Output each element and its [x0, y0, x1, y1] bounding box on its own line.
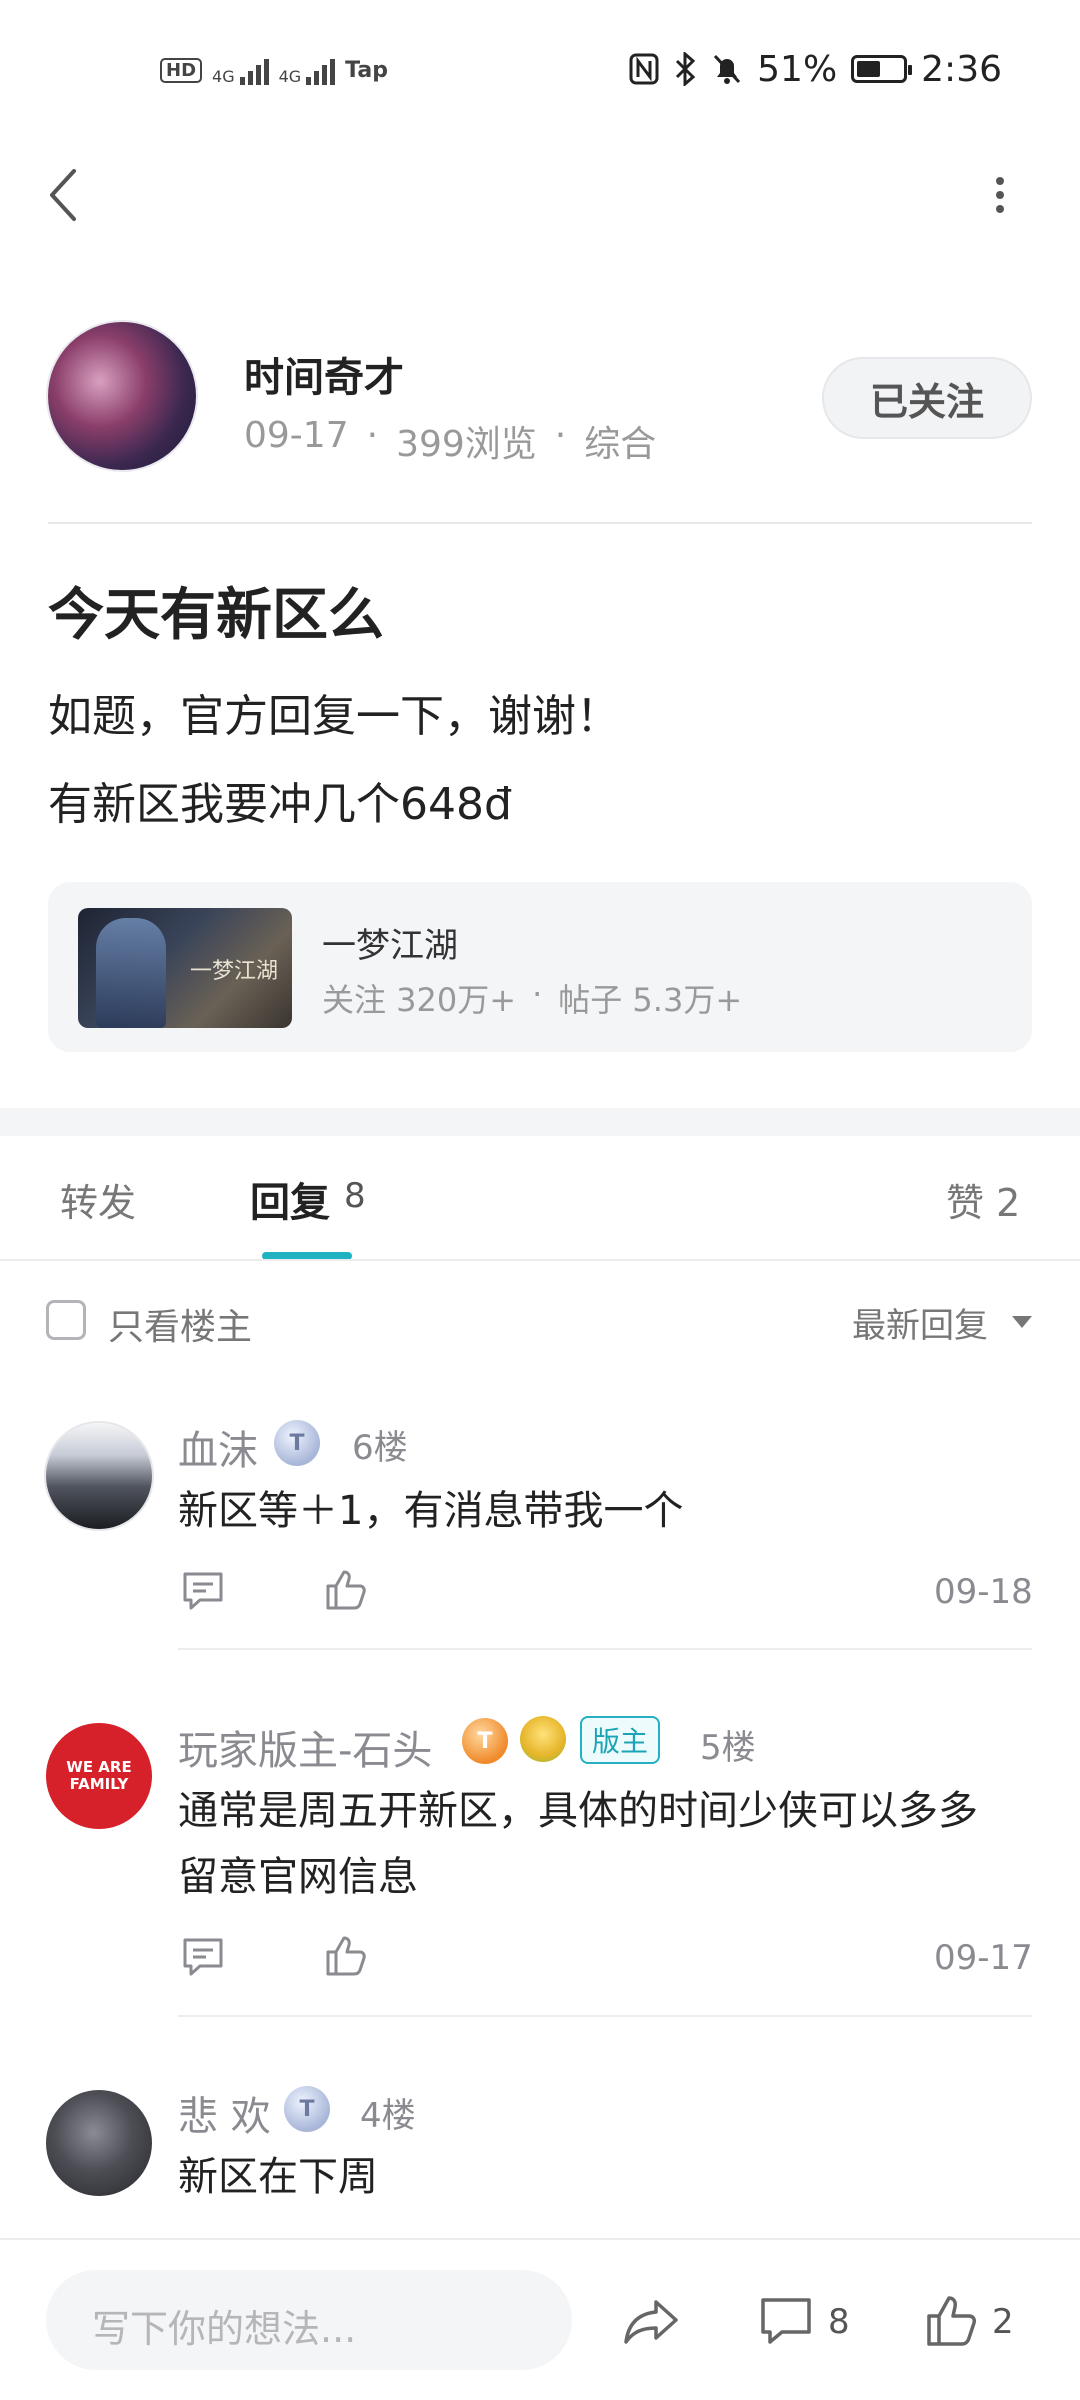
chevron-left-icon[interactable]	[44, 165, 84, 225]
game-stats: 关注 320万+ · 帖子 5.3万+	[322, 975, 742, 1021]
post-category: 综合	[584, 424, 657, 465]
thumbs-up-icon[interactable]	[322, 1566, 368, 1612]
status-bar-right: 51% 2:36	[629, 44, 1002, 94]
post-body-line: 如题，官方回复一下，谢谢！	[48, 691, 620, 742]
caret-down-icon[interactable]	[1012, 1316, 1032, 1328]
post-body-line: 有新区我要冲几个648đ	[48, 779, 512, 830]
post-meta: 09-17 · 399浏览 · 综合	[244, 415, 656, 467]
status-bar-left: HD 4G 4G Tap	[160, 50, 388, 90]
reply-avatar[interactable]: WE ARE FAMILY	[46, 1723, 152, 1829]
only-op-label[interactable]: 只看楼主	[108, 1298, 252, 1350]
bluetooth-icon	[676, 52, 696, 86]
reply-text: 通常是周五开新区，具体的时间少侠可以多多	[178, 1788, 978, 1834]
like-count[interactable]: 2	[992, 2302, 1014, 2342]
floor-number: 6楼	[352, 1428, 408, 1468]
clock: 2:36	[921, 48, 1002, 90]
game-logo-text: 一梦江湖	[190, 959, 279, 984]
level-badge-icon: T	[274, 1420, 320, 1466]
nfc-icon	[629, 53, 659, 85]
signal-icon-2: 4G	[279, 55, 336, 85]
divider	[0, 1259, 1080, 1261]
reply-avatar[interactable]	[46, 1423, 152, 1529]
post-date: 09-17	[244, 415, 349, 456]
meta-separator: ·	[554, 415, 567, 456]
avatar-logo-text: WE ARE FAMILY	[66, 1758, 132, 1793]
reply-username[interactable]: 血沫	[178, 1418, 258, 1476]
character-badge-icon	[520, 1716, 566, 1762]
comment-icon[interactable]	[180, 1568, 226, 1614]
divider	[178, 2015, 1032, 2017]
reply-text: 留意官网信息	[178, 1854, 418, 1900]
only-op-checkbox[interactable]	[46, 1300, 86, 1340]
floor-number: 5楼	[700, 1728, 756, 1768]
game-followers: 关注 320万+	[322, 981, 517, 1019]
stats-separator: ·	[532, 975, 543, 1013]
tab-like[interactable]: 赞 2	[946, 1172, 1020, 1227]
reply-username[interactable]: 悲 欢	[178, 2084, 271, 2142]
game-posts: 帖子 5.3万+	[558, 981, 743, 1019]
reply-avatar[interactable]	[46, 2090, 152, 2196]
floor-number: 4楼	[360, 2096, 416, 2136]
reply-date: 09-18	[934, 1572, 1033, 1612]
battery-percent: 51%	[757, 48, 838, 90]
reply-text: 新区在下周	[178, 2154, 378, 2200]
follow-button[interactable]: 已关注	[822, 357, 1032, 439]
section-gap	[0, 1108, 1080, 1136]
reply-text: 新区等＋1，有消息带我一个	[178, 1488, 684, 1534]
game-name[interactable]: 一梦江湖	[322, 918, 458, 967]
hd-icon: HD	[160, 57, 203, 83]
comment-count[interactable]: 8	[828, 2302, 850, 2342]
level-badge-icon: T	[284, 2086, 330, 2132]
comment-icon[interactable]	[180, 1934, 226, 1980]
tab-forward[interactable]: 转发	[60, 1172, 136, 1227]
share-icon[interactable]	[622, 2296, 680, 2348]
reply-username[interactable]: 玩家版主-石头	[178, 1718, 432, 1776]
level-badge-icon: T	[462, 1718, 508, 1764]
battery-icon	[851, 55, 913, 83]
comment-input-placeholder[interactable]: 写下你的想法...	[92, 2298, 356, 2353]
sort-dropdown[interactable]: 最新回复	[852, 1298, 988, 1347]
tab-reply[interactable]: 回复	[250, 1170, 330, 1228]
thumbs-up-icon[interactable]	[924, 2292, 978, 2348]
view-count: 399浏览	[396, 424, 537, 465]
meta-separator: ·	[366, 415, 379, 456]
divider	[48, 522, 1032, 524]
post-title: 今天有新区么	[48, 583, 384, 648]
tab-reply-count[interactable]: 8	[344, 1176, 366, 1216]
game-thumbnail[interactable]: 一梦江湖	[78, 908, 292, 1028]
game-character-art	[96, 918, 166, 1028]
signal-icon: 4G	[212, 55, 269, 85]
divider	[178, 1648, 1032, 1650]
author-avatar[interactable]	[48, 322, 196, 470]
tap-indicator: Tap	[345, 57, 388, 83]
bottom-bar-divider	[0, 2238, 1080, 2240]
mute-bell-icon	[714, 54, 741, 84]
moderator-tag: 版主	[580, 1716, 661, 1764]
reply-date: 09-17	[934, 1938, 1033, 1978]
author-name[interactable]: 时间奇才	[244, 345, 404, 403]
thumbs-up-icon[interactable]	[322, 1932, 368, 1978]
vertical-dots-icon[interactable]	[985, 175, 1015, 215]
comment-icon[interactable]	[758, 2294, 814, 2348]
